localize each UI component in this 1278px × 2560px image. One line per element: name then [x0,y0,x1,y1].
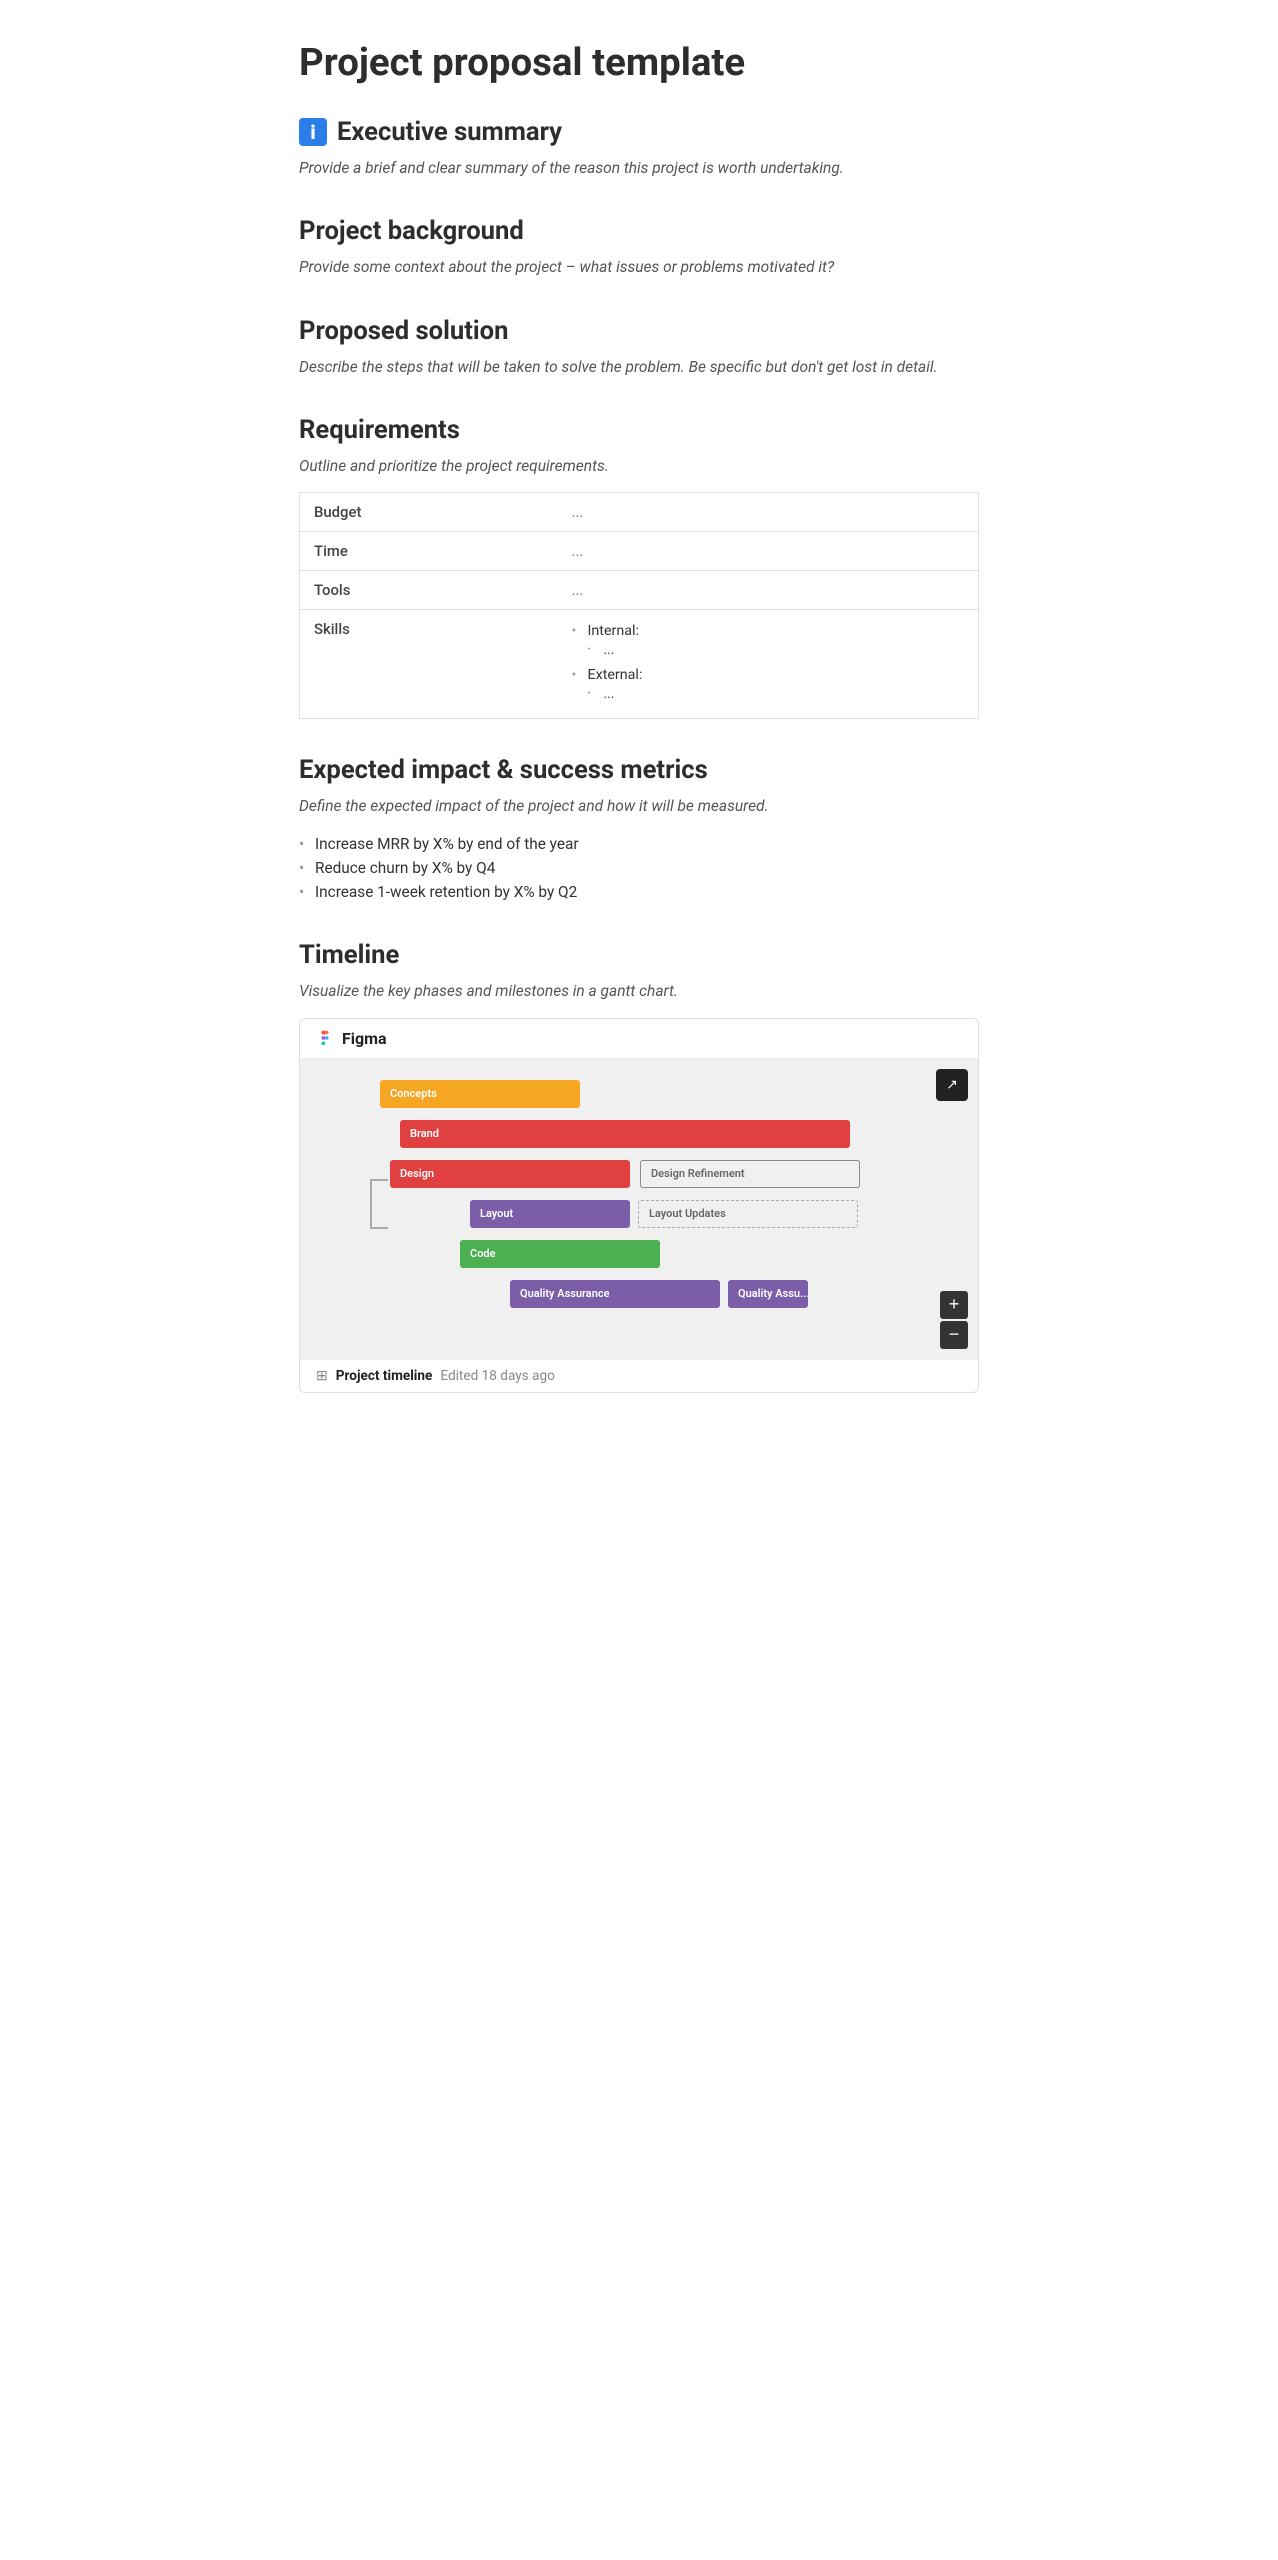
gantt-bar-layout-updates: Layout Updates [638,1200,858,1228]
table-row: Time ... [300,532,979,571]
timeline-desc: Visualize the key phases and milestones … [299,980,979,1003]
skills-internal-item: Internal: ... [572,620,964,664]
requirements-desc: Outline and prioritize the project requi… [299,455,979,478]
gantt-chart: Concepts Brand Design Design Refinement … [300,1059,978,1359]
gantt-row-design: Design Design Refinement [310,1159,968,1189]
list-item: Increase 1-week retention by X% by Q2 [299,880,979,904]
list-item: Increase MRR by X% by end of the year [299,832,979,856]
figma-edited-label: Edited 18 days ago [440,1368,554,1384]
table-row: Budget ... [300,493,979,532]
table-row: Tools ... [300,571,979,610]
project-background-desc: Provide some context about the project –… [299,256,979,279]
tools-value: ... [558,571,979,610]
budget-value: ... [558,493,979,532]
expected-impact-desc: Define the expected impact of the projec… [299,795,979,818]
time-value: ... [558,532,979,571]
tools-label: Tools [300,571,558,610]
figma-file-icon: ⊞ [316,1368,328,1384]
list-item: Reduce churn by X% by Q4 [299,856,979,880]
expected-impact-heading: Expected impact & success metrics [299,755,979,785]
skills-external-item: External: ... [572,664,964,708]
zoom-out-button[interactable]: − [940,1321,968,1349]
list-item: ... [588,683,964,705]
gantt-bar-qa: Quality Assurance [510,1280,720,1308]
skills-label: Skills [300,610,558,719]
project-background-heading: Project background [299,216,979,246]
proposed-solution-section: Proposed solution Describe the steps tha… [299,316,979,379]
impact-bullets: Increase MRR by X% by end of the year Re… [299,832,979,904]
skills-value: Internal: ... External: ... [558,610,979,719]
figma-logo-icon [316,1029,334,1047]
zoom-in-button[interactable]: + [940,1291,968,1319]
budget-label: Budget [300,493,558,532]
expand-button[interactable]: ↗ [936,1069,968,1101]
timeline-section: Timeline Visualize the key phases and mi… [299,940,979,1392]
proposed-solution-heading: Proposed solution [299,316,979,346]
gantt-row-concepts: Concepts [310,1079,968,1109]
proposed-solution-desc: Describe the steps that will be taken to… [299,356,979,379]
figma-canvas: ↗ Concepts Brand Design Design Refinemen… [300,1059,978,1359]
table-row: Skills Internal: ... External: ... [300,610,979,719]
figma-footer: ⊞ Project timeline Edited 18 days ago [300,1359,978,1392]
gantt-bar-qa-2: Quality Assu... [728,1280,808,1308]
executive-summary-title: Executive summary [337,117,562,147]
gantt-row-qa: Quality Assurance Quality Assu... [310,1279,968,1309]
project-background-title: Project background [299,216,524,246]
project-background-section: Project background Provide some context … [299,216,979,279]
requirements-table: Budget ... Time ... Tools ... Skills Int… [299,492,979,719]
gantt-row-layout: Layout Layout Updates [310,1199,968,1229]
time-label: Time [300,532,558,571]
executive-summary-section: i Executive summary Provide a brief and … [299,117,979,180]
figma-label: Figma [342,1029,387,1048]
list-item: ... [588,639,964,661]
gantt-bar-design-refinement: Design Refinement [640,1160,860,1188]
figma-file-name: Project timeline [336,1368,433,1384]
gantt-bar-brand: Brand [400,1120,850,1148]
executive-summary-desc: Provide a brief and clear summary of the… [299,157,979,180]
requirements-heading: Requirements [299,415,979,445]
info-icon: i [299,118,327,146]
timeline-title: Timeline [299,940,399,970]
gantt-row-code: Code [310,1239,968,1269]
timeline-heading: Timeline [299,940,979,970]
page-title: Project proposal template [299,40,979,85]
expected-impact-section: Expected impact & success metrics Define… [299,755,979,904]
figma-header: Figma [300,1019,978,1059]
zoom-controls: + − [940,1291,968,1349]
requirements-title: Requirements [299,415,460,445]
gantt-bar-concepts: Concepts [380,1080,580,1108]
gantt-bar-design: Design [390,1160,630,1188]
gantt-row-brand: Brand [310,1119,968,1149]
figma-embed: Figma ↗ Concepts Brand Design Design Ref… [299,1018,979,1393]
proposed-solution-title: Proposed solution [299,316,508,346]
executive-summary-heading: i Executive summary [299,117,979,147]
gantt-bar-layout: Layout [470,1200,630,1228]
expected-impact-title: Expected impact & success metrics [299,755,708,785]
requirements-section: Requirements Outline and prioritize the … [299,415,979,719]
gantt-bar-code: Code [460,1240,660,1268]
